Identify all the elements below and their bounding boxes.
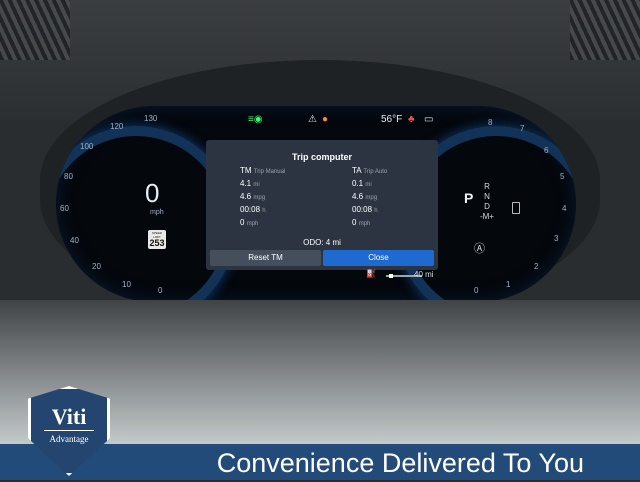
adaptive-cruise-icon: Ⓐ: [474, 243, 485, 255]
warning-red-icon: ♣: [408, 114, 415, 125]
fuel-pump-icon: ⛽: [366, 269, 376, 278]
reset-tm-button[interactable]: Reset TM: [210, 250, 321, 266]
trip-manual-code: TM: [240, 166, 252, 175]
gear-current: P: [464, 190, 474, 206]
trip-unit: mi: [365, 182, 372, 188]
rpm-tick: 2: [534, 262, 539, 271]
speed-tick: 60: [60, 204, 69, 213]
speed-limit-value: 253: [149, 238, 165, 248]
speed-tick: 10: [122, 280, 131, 289]
trip-unit: h: [374, 208, 378, 214]
speed-tick: 130: [144, 114, 158, 123]
battery-icon: [512, 202, 520, 214]
speed-tick: 40: [70, 236, 79, 245]
trip-value: 00:08: [352, 205, 373, 214]
trip-unit: mi: [253, 182, 260, 188]
instrument-cluster: ≡◉ ⚠ ● 56°F ♣ ▭ 120 130 100 80 60 40 20 …: [56, 106, 576, 302]
trip-manual-row: 0 mph: [240, 218, 285, 231]
odometer: ODO: 4 mi: [303, 238, 341, 247]
right-vent: [570, 0, 640, 60]
viti-logo: Viti Advantage: [28, 386, 110, 476]
rpm-tick: 3: [554, 234, 559, 243]
trip-auto-column: TA Trip Auto 0.1 mi 4.6 mpg 00:08 h 0 mp…: [352, 166, 387, 231]
speed-unit: mph: [150, 209, 164, 216]
range-marker: [389, 274, 393, 278]
logo-name: Viti: [51, 404, 87, 429]
trip-manual-row: 4.1 mi: [240, 179, 285, 192]
trip-value: 4.6: [352, 192, 364, 201]
temperature-readout: 56°F: [381, 114, 403, 125]
headlight-icon: ≡◉: [248, 114, 263, 125]
rpm-tick: 4: [562, 204, 567, 213]
rpm-tick: 1: [506, 280, 511, 289]
rpm-tick: 6: [544, 146, 549, 155]
gear-n: N: [484, 192, 490, 201]
trip-manual-row: 4.6 mpg: [240, 192, 285, 205]
rpm-tick: 8: [488, 118, 493, 127]
rpm-tick: 0: [474, 286, 479, 295]
speed-tick: 100: [80, 142, 94, 151]
speed-limit-sign: SPEED LIMIT 253: [148, 230, 166, 249]
banner-text: Convenience Delivered To You: [216, 448, 584, 478]
logo-subtitle: Advantage: [49, 434, 89, 444]
seatbelt-icon: ●: [322, 114, 329, 125]
close-button[interactable]: Close: [323, 250, 434, 266]
shield-icon: [28, 386, 110, 476]
speed-tick: 0: [158, 286, 163, 295]
trip-auto-row: 00:08 h: [352, 205, 387, 218]
trip-unit: mph: [246, 221, 259, 227]
range-value: 40 mi: [414, 270, 434, 279]
rpm-tick: 5: [560, 172, 565, 181]
car-icon: ▭: [424, 114, 434, 125]
trip-value: 00:08: [240, 205, 261, 214]
trip-value: 0: [352, 218, 357, 227]
trip-auto-row: 0 mph: [352, 218, 387, 231]
trip-auto-label: Trip Auto: [363, 169, 388, 175]
warning-triangle-icon: ⚠: [308, 114, 317, 125]
trip-manual-label: Trip Manual: [253, 169, 286, 175]
left-vent: [0, 0, 70, 60]
gear-d: D: [484, 202, 490, 211]
trip-auto-row: 0.1 mi: [352, 179, 387, 192]
trip-computer-title: Trip computer: [291, 152, 352, 162]
trip-manual-column: TM Trip Manual 4.1 mi 4.6 mpg 00:08 h 0 …: [240, 166, 285, 231]
trip-auto-row: 4.6 mpg: [352, 192, 387, 205]
speed-value: 0: [145, 178, 160, 208]
trip-computer-panel: Trip computer TM Trip Manual 4.1 mi 4.6 …: [206, 140, 438, 270]
trip-value: 0: [240, 218, 245, 227]
trip-value: 4.6: [240, 192, 252, 201]
gear-selector: R N D -M+: [480, 182, 494, 222]
trip-manual-row: 00:08 h: [240, 205, 285, 218]
trip-unit: mpg: [253, 195, 266, 201]
trip-value: 0.1: [352, 179, 364, 188]
trip-value: 4.1: [240, 179, 252, 188]
trip-auto-code: TA: [352, 166, 362, 175]
gear-m: -M+: [480, 212, 494, 221]
trip-unit: h: [262, 208, 266, 214]
speed-tick: 120: [110, 122, 124, 131]
rpm-tick: 7: [520, 124, 525, 133]
gear-r: R: [484, 182, 490, 191]
speed-tick: 20: [92, 262, 101, 271]
logo-divider: [44, 430, 94, 431]
trip-unit: mph: [358, 221, 371, 227]
speed-tick: 80: [64, 172, 73, 181]
trip-actions: Reset TM Close: [210, 250, 434, 266]
trip-unit: mpg: [365, 195, 378, 201]
